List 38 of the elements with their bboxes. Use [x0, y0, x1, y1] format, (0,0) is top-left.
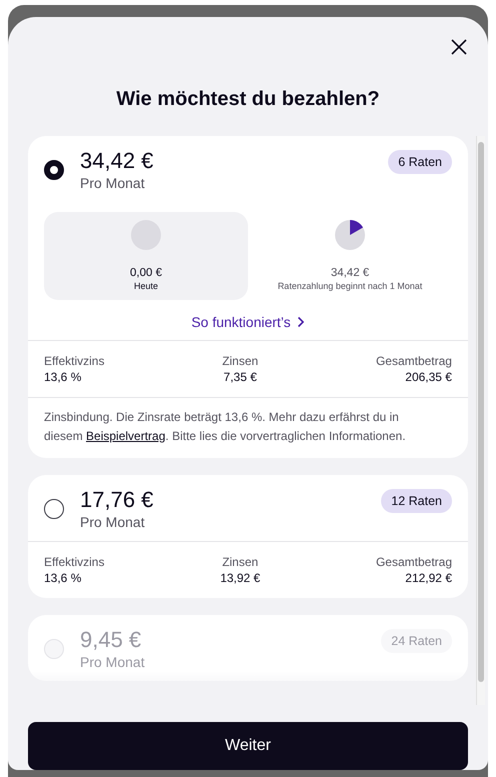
step-label: Ratenzahlung beginnt nach 1 Monat	[278, 280, 422, 292]
plan-card[interactable]	[28, 136, 468, 458]
radio-button[interactable]	[44, 499, 64, 519]
per-month-label: Pro Monat	[80, 513, 145, 531]
per-month-label: Pro Monat	[80, 174, 145, 192]
stat-value: 13,6 %	[44, 570, 82, 586]
how-it-works-link[interactable]: So funktioniert’s	[187, 312, 309, 332]
monthly-amount: 17,76 €	[80, 487, 154, 513]
stat-value: 212,92 €	[405, 570, 452, 586]
radio-button[interactable]	[44, 160, 64, 180]
monthly-amount: 9,45 €	[80, 627, 142, 653]
stat-value: 7,35 €	[224, 369, 257, 385]
monthly-amount: 34,42 €	[80, 148, 154, 174]
stat-label: Effektivzins	[44, 554, 104, 570]
step-label: Heute	[134, 280, 158, 292]
stat-label: Gesamtbetrag	[376, 554, 452, 570]
close-button[interactable]	[450, 38, 468, 56]
sheet-title: Wie möchtest du bezahlen?	[115, 87, 381, 111]
example-contract-link[interactable]: Beispielvertrag	[86, 429, 166, 443]
installments-badge: 12 Raten	[381, 489, 452, 513]
interest-note: Zinsbindung. Die Zinsrate beträgt 13,6 %. Mehr dazu erfährst du in diesem Beispielvertrag. Bitte lies die vorvertraglichen Informationen.	[28, 397, 468, 458]
close-icon	[450, 38, 468, 56]
installments-badge: 24 Raten	[381, 629, 452, 653]
per-month-label: Pro Monat	[80, 653, 145, 671]
chevron-right-icon	[296, 316, 305, 328]
plan-card[interactable]: 17,76 € Pro Monat 12 Raten Effektivzins 13,6 % Zinsen 13,92 € Gesamtbetrag 212,92 €	[28, 475, 468, 598]
pie-chart-icon	[335, 220, 365, 250]
stat-label: Zinsen	[222, 554, 258, 570]
stat-label: Gesamtbetrag	[376, 353, 452, 369]
stat-value: 13,6 %	[44, 369, 82, 385]
stat-value: 206,35 €	[405, 369, 452, 385]
step-amount: 0,00 €	[130, 266, 162, 280]
installments-badge: 6 Raten	[388, 150, 452, 174]
step-amount: 34,42 €	[330, 266, 370, 280]
stat-label: Zinsen	[222, 353, 258, 369]
stat-label: Effektivzins	[44, 353, 104, 369]
continue-button[interactable]: Weiter	[28, 722, 468, 770]
stat-value: 13,92 €	[220, 570, 260, 586]
